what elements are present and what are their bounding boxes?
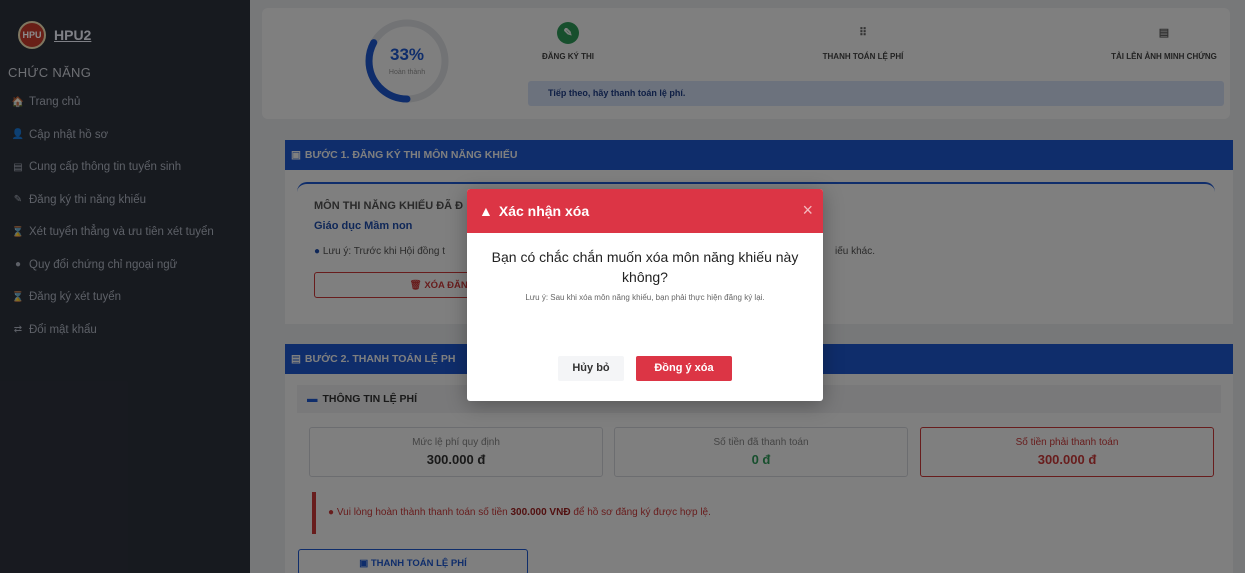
sidebar-menu: 🏠 Trang chủ 👤 Cập nhật hồ sơ ▤ Cung cấp thô…: [0, 80, 250, 346]
sidebar-item-home[interactable]: 🏠 Trang chủ: [0, 86, 250, 119]
modal-body: Bạn có chắc chắn muốn xóa môn năng khiếu…: [467, 233, 823, 302]
sidebar-item-label: Cập nhật hồ sơ: [29, 128, 109, 141]
sidebar-item-language-cert[interactable]: ● Quy đổi chứng chỉ ngoại ngữ: [0, 249, 250, 282]
university-logo: HPU: [18, 20, 46, 49]
brand-name[interactable]: HPU2: [54, 27, 91, 43]
hourglass-icon: ⌛: [11, 291, 25, 303]
modal-question: Bạn có chắc chắn muốn xóa môn năng khiếu…: [491, 249, 799, 285]
modal-note: Lưu ý: Sau khi xóa môn năng khiếu, bạn p…: [525, 293, 765, 302]
sidebar-item-label: Quy đổi chứng chỉ ngoại ngữ: [29, 258, 178, 271]
pencil-icon: ✎: [13, 194, 23, 206]
modal-actions: Hủy bỏ Đồng ý xóa: [467, 356, 823, 381]
hourglass-icon: ⌛: [11, 226, 25, 238]
sidebar-item-profile[interactable]: 👤 Cập nhật hồ sơ: [0, 119, 250, 152]
home-icon: 🏠: [11, 96, 25, 108]
sidebar-item-aptitude-exam[interactable]: ✎ Đăng ký thi năng khiếu: [0, 184, 250, 217]
warning-triangle-icon: ▲: [479, 203, 493, 219]
sidebar-item-label: Xét tuyển thẳng và ưu tiên xét tuyển: [29, 226, 214, 239]
confirm-delete-modal: ▲ Xác nhận xóa × Bạn có chắc chắn muốn x…: [467, 189, 823, 401]
user-icon: 👤: [11, 129, 25, 141]
modal-title: Xác nhận xóa: [498, 203, 590, 219]
sidebar-item-label: Đăng ký thi năng khiếu: [29, 193, 146, 206]
sidebar-item-label: Đăng ký xét tuyển: [29, 291, 122, 304]
swap-icon: ⇄: [13, 324, 23, 336]
sidebar-item-label: Cung cấp thông tin tuyển sinh: [29, 161, 182, 174]
logo-text: HPU: [22, 29, 42, 40]
sidebar-item-admission-register[interactable]: ⌛ Đăng ký xét tuyển: [0, 281, 250, 314]
modal-header: ▲ Xác nhận xóa ×: [467, 189, 823, 233]
sidebar-item-admission-info[interactable]: ▤ Cung cấp thông tin tuyển sinh: [0, 151, 250, 184]
id-card-icon: ▤: [13, 161, 23, 173]
sidebar: HPU HPU2 CHỨC NĂNG 🏠 Trang chủ 👤 Cập nhật …: [0, 0, 250, 573]
sidebar-section-title: CHỨC NĂNG: [8, 65, 92, 80]
certificate-icon: ●: [14, 259, 22, 271]
cancel-button[interactable]: Hủy bỏ: [558, 356, 624, 381]
brand[interactable]: HPU HPU2: [0, 0, 250, 52]
sidebar-item-label: Trang chủ: [29, 96, 81, 109]
close-icon[interactable]: ×: [802, 200, 813, 221]
sidebar-item-direct-admission[interactable]: ⌛ Xét tuyển thẳng và ưu tiên xét tuyển: [0, 216, 250, 249]
sidebar-item-change-password[interactable]: ⇄ Đổi mật khẩu: [0, 314, 250, 347]
sidebar-item-label: Đổi mật khẩu: [29, 323, 97, 336]
confirm-delete-button[interactable]: Đồng ý xóa: [636, 356, 732, 381]
